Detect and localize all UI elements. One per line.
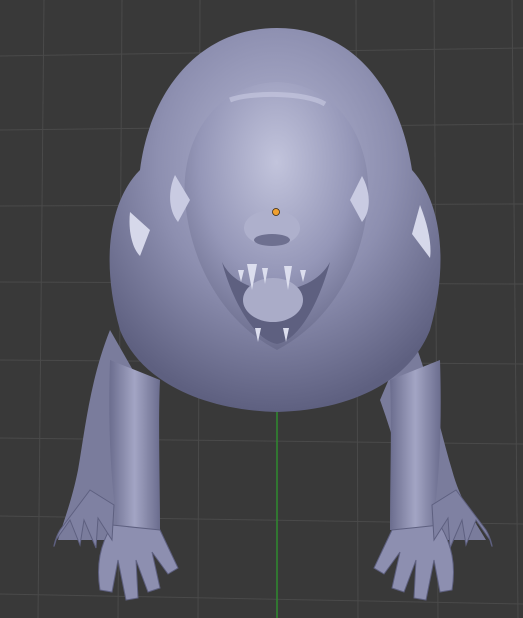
3d-viewport[interactable] — [0, 0, 523, 618]
nostril-shadow — [254, 234, 290, 246]
object-origin-dot[interactable] — [272, 208, 280, 216]
sculpted-creature-model[interactable] — [53, 28, 493, 601]
viewport-canvas[interactable] — [0, 0, 523, 618]
left-front-leg — [109, 360, 160, 530]
right-front-paw — [373, 524, 454, 601]
